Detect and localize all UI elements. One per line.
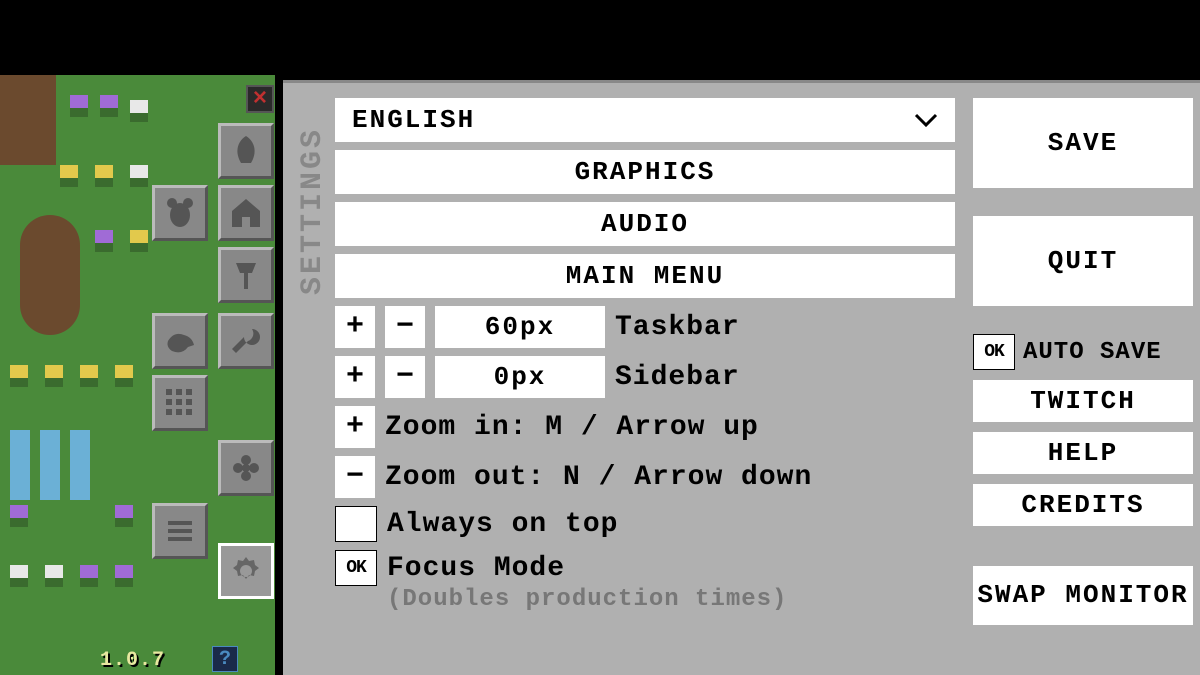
axe-icon [226, 255, 266, 295]
chevron-down-icon [914, 105, 938, 135]
flower-decoration [115, 505, 133, 527]
barn-icon [226, 193, 266, 233]
settings-panel: SETTINGS ENGLISH GRAPHICS AUDIO MAIN MEN… [283, 80, 1200, 675]
audio-section-button[interactable]: AUDIO [335, 202, 955, 246]
save-button[interactable]: SAVE [973, 98, 1193, 188]
credits-button[interactable]: CREDITS [973, 484, 1193, 526]
flower-decoration [130, 230, 148, 252]
taskbar-button-grid[interactable] [152, 375, 208, 431]
water-decoration [10, 430, 30, 500]
always-on-top-label: Always on top [387, 509, 618, 540]
flower-decoration [100, 95, 118, 117]
gear-icon [226, 551, 266, 591]
focus-mode-sublabel: (Doubles production times) [387, 586, 787, 613]
close-button[interactable]: × [246, 85, 274, 113]
zoom-out-label: Zoom out: N / Arrow down [385, 462, 812, 493]
sidebar-decrease-button[interactable]: − [385, 356, 425, 398]
flower-decoration [95, 165, 113, 187]
taskbar-button-list[interactable] [152, 503, 208, 559]
flower-icon [226, 448, 266, 488]
leaf-icon [226, 131, 266, 171]
quit-button[interactable]: QUIT [973, 216, 1193, 306]
zoom-in-button[interactable]: + [335, 406, 375, 448]
flower-decoration [60, 165, 78, 187]
taskbar-increase-button[interactable]: + [335, 306, 375, 348]
water-decoration [70, 430, 90, 500]
auto-save-checkbox[interactable]: OK [973, 334, 1015, 370]
dirt-patch [0, 75, 56, 165]
sidebar-label: Sidebar [615, 362, 740, 393]
taskbar-value: 60px [435, 306, 605, 348]
bee-icon [160, 193, 200, 233]
focus-mode-checkbox[interactable]: OK [335, 550, 377, 586]
help-button[interactable]: HELP [973, 432, 1193, 474]
flower-decoration [10, 565, 28, 587]
zoom-in-label: Zoom in: M / Arrow up [385, 412, 759, 443]
taskbar-button-bird[interactable] [152, 313, 208, 369]
graphics-section-button[interactable]: GRAPHICS [335, 150, 955, 194]
flower-decoration [130, 100, 148, 122]
bird-icon [160, 321, 200, 361]
sidebar-value: 0px [435, 356, 605, 398]
taskbar-button-harvest[interactable] [218, 123, 274, 179]
taskbar-button-flower[interactable] [218, 440, 274, 496]
flower-decoration [80, 365, 98, 387]
taskbar-button-settings[interactable] [218, 543, 274, 599]
flower-decoration [10, 505, 28, 527]
language-select[interactable]: ENGLISH [335, 98, 955, 142]
sidebar-increase-button[interactable]: + [335, 356, 375, 398]
wrench-icon [226, 321, 266, 361]
main-menu-section-button[interactable]: MAIN MENU [335, 254, 955, 298]
settings-panel-title: SETTINGS [296, 127, 330, 295]
settings-action-column: SAVE QUIT OK AUTO SAVE TWITCH HELP CREDI… [973, 98, 1198, 635]
grid-icon [160, 383, 200, 423]
list-icon [160, 511, 200, 551]
flower-decoration [80, 565, 98, 587]
water-decoration [40, 430, 60, 500]
always-on-top-checkbox[interactable]: OK [335, 506, 377, 542]
zoom-out-button[interactable]: − [335, 456, 375, 498]
help-icon[interactable]: ? [212, 646, 238, 672]
focus-mode-label: Focus Mode [387, 553, 565, 584]
flower-decoration [115, 565, 133, 587]
flower-decoration [95, 230, 113, 252]
flower-decoration [70, 95, 88, 117]
taskbar-button-axe[interactable] [218, 247, 274, 303]
language-selected: ENGLISH [352, 105, 475, 135]
taskbar-button-wrench[interactable] [218, 313, 274, 369]
taskbar-button-bee[interactable] [152, 185, 208, 241]
taskbar-decrease-button[interactable]: − [385, 306, 425, 348]
twitch-button[interactable]: TWITCH [973, 380, 1193, 422]
taskbar: × [148, 85, 278, 675]
flower-decoration [115, 365, 133, 387]
taskbar-label: Taskbar [615, 312, 740, 343]
flower-decoration [130, 165, 148, 187]
flower-decoration [45, 365, 63, 387]
flower-decoration [45, 565, 63, 587]
flower-decoration [10, 365, 28, 387]
swap-monitor-button[interactable]: SWAP MONITOR [973, 566, 1193, 625]
auto-save-label: AUTO SAVE [1023, 339, 1162, 366]
dirt-patch [20, 215, 80, 335]
taskbar-button-barn[interactable] [218, 185, 274, 241]
settings-main-column: ENGLISH GRAPHICS AUDIO MAIN MENU + − 60p… [335, 98, 955, 621]
